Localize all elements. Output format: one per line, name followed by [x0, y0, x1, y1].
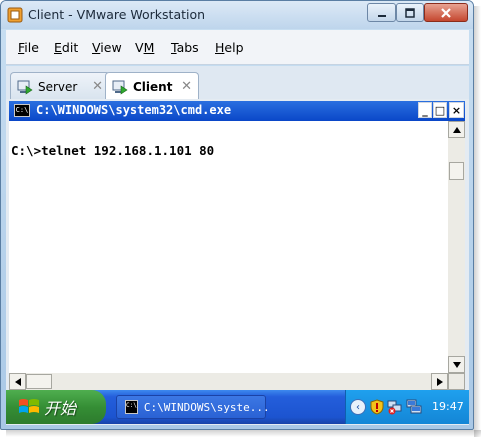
taskbar-clock[interactable]: 19:47 [432, 400, 464, 413]
console-close-button[interactable]: × [449, 102, 464, 118]
horizontal-scroll-thumb[interactable] [26, 374, 52, 389]
scroll-left-button[interactable] [9, 373, 26, 390]
arrow-up-icon [452, 126, 461, 133]
menu-file[interactable]: File [18, 40, 39, 55]
security-shield-icon[interactable] [370, 399, 384, 415]
tab-client[interactable]: Client ✕ [105, 72, 199, 101]
minimize-button[interactable] [367, 3, 396, 22]
menu-edit[interactable]: Edit [54, 40, 78, 55]
menu-edit-label: dit [61, 40, 79, 55]
tab-server-label: Server [38, 79, 78, 94]
close-icon: × [451, 103, 462, 117]
menu-tabs[interactable]: Tabs [171, 40, 199, 55]
menu-view-label: iew [100, 40, 122, 55]
console-command-line: C:\>telnet 192.168.1.101 80 [11, 143, 215, 158]
close-icon [441, 7, 451, 18]
tab-client-close-icon[interactable]: ✕ [181, 79, 192, 94]
maximize-button[interactable] [396, 3, 424, 22]
taskbar-item-cmd[interactable]: C:\ C:\WINDOWS\syste... [116, 395, 270, 419]
console-minimize-button[interactable]: _ [418, 102, 432, 118]
taskbar-item-label: C:\WINDOWS\syste... [143, 400, 270, 414]
console-title: C:\WINDOWS\system32\cmd.exe [36, 103, 232, 117]
scroll-down-button[interactable] [448, 356, 465, 373]
tray-expand-icon[interactable]: ‹ [350, 399, 366, 415]
console-output[interactable]: C:\>telnet 192.168.1.101 80 [9, 121, 448, 373]
menu-vm[interactable]: VM [135, 40, 154, 55]
start-label: 开始 [44, 399, 77, 418]
console-vertical-scrollbar[interactable] [448, 121, 465, 373]
network-connection-icon[interactable] [406, 399, 422, 415]
menu-vm-accel: M [143, 40, 155, 55]
scroll-right-button[interactable] [431, 373, 448, 390]
tab-server-close-icon[interactable]: ✕ [92, 79, 103, 94]
menu-help[interactable]: Help [215, 40, 244, 55]
menu-help-label: elp [224, 40, 244, 55]
tab-client-label: Client [133, 80, 173, 94]
start-button[interactable]: 开始 [6, 390, 106, 424]
menu-help-accel: H [215, 40, 225, 55]
maximize-icon: □ [434, 103, 446, 117]
vm-running-icon [112, 80, 128, 95]
console-title-bar[interactable]: C:\ C:\WINDOWS\system32\cmd.exe _ □ × [9, 101, 465, 121]
close-button[interactable] [424, 3, 468, 22]
menu-vm-label: V [135, 40, 144, 55]
network-error-icon[interactable] [387, 399, 403, 415]
title-bar[interactable]: Client - VMware Workstation [1, 1, 473, 29]
system-tray: ‹ 19:47 [345, 390, 469, 424]
guest-taskbar: 开始 C:\ C:\WINDOWS\syste... ‹ 19:47 [6, 390, 469, 424]
menu-bar: File Edit View VM Tabs Help [6, 30, 469, 65]
vm-tab-bar: Server ✕ Client ✕ [6, 66, 469, 101]
menu-file-label: ile [24, 40, 39, 55]
window-shadow-bottom [6, 430, 481, 437]
minimize-icon: _ [422, 103, 428, 117]
scroll-corner [448, 373, 465, 390]
scroll-up-button[interactable] [448, 121, 465, 138]
window-shadow-right [474, 6, 481, 437]
vm-running-icon [17, 80, 33, 95]
menu-view[interactable]: View [92, 40, 122, 55]
cmd-icon: C:\ [125, 400, 138, 414]
arrow-down-icon [452, 361, 461, 368]
maximize-icon [405, 7, 415, 18]
menu-tabs-label: abs [176, 40, 199, 55]
console-maximize-button[interactable]: □ [433, 102, 447, 118]
menu-edit-accel: E [54, 40, 62, 55]
vmware-app-icon [7, 7, 23, 23]
windows-logo-icon [19, 399, 39, 413]
minimize-icon [377, 14, 386, 17]
arrow-left-icon [14, 377, 21, 386]
window-title: Client - VMware Workstation [28, 7, 206, 22]
vertical-scroll-thumb[interactable] [449, 162, 464, 180]
tab-server[interactable]: Server ✕ [10, 72, 110, 100]
console-horizontal-scrollbar[interactable] [9, 373, 465, 390]
cmd-icon: C:\ [14, 104, 30, 117]
arrow-right-icon [436, 377, 443, 386]
